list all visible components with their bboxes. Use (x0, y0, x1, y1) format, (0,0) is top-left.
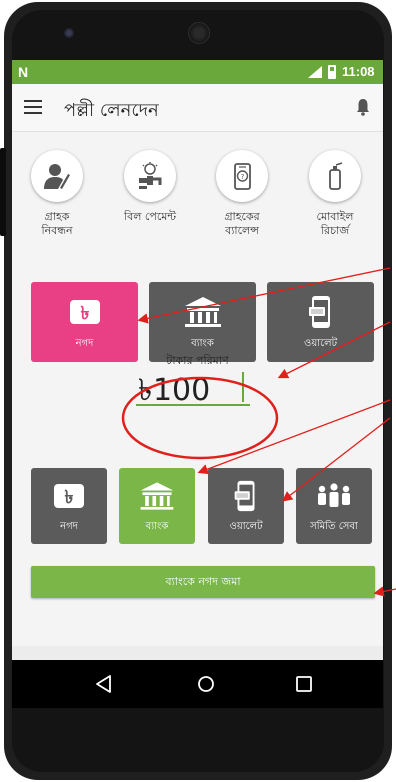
bank-icon (119, 478, 195, 514)
deposit-button[interactable]: ব্যাংকে নগদ জমা (31, 566, 375, 598)
svg-text:৳: ৳ (65, 487, 74, 508)
back-icon[interactable] (92, 672, 116, 696)
hamburger-icon[interactable] (24, 100, 42, 114)
mobile-recharge-icon (309, 150, 361, 202)
tile-label: ওয়ালেট (229, 521, 263, 532)
user-register-icon (31, 150, 83, 202)
app-title: পল্লী লেনদেন (64, 100, 159, 121)
phone-frame: N 11:08 পল্লী লেনদেন গ্রাহক নিবন্ধন বিল … (0, 0, 396, 782)
earpiece-speaker (188, 22, 210, 44)
app-bar: পল্লী লেনদেন (12, 84, 383, 132)
service-customer-balance[interactable]: ? গ্রাহকের ব্যালেন্স (202, 150, 282, 238)
dest-tile-cash[interactable]: ৳ নগদ (31, 468, 107, 544)
recents-icon[interactable] (292, 672, 316, 696)
group-icon (296, 478, 372, 514)
signal-icon (308, 66, 322, 78)
text-cursor (242, 372, 244, 402)
svg-text:?: ? (241, 173, 245, 181)
service-label: গ্রাহকের ব্যালেন্স (224, 210, 260, 237)
side-key (0, 148, 6, 236)
bottom-strip (12, 646, 383, 660)
android-nav-bar (12, 660, 383, 708)
front-camera-icon (64, 28, 74, 38)
battery-icon (328, 65, 336, 79)
tile-label: ব্যাংক (145, 521, 169, 532)
wallet-phone-icon (208, 478, 284, 514)
service-label: মোবাইল রিচার্জ (316, 210, 354, 237)
svg-text:৳: ৳ (80, 303, 89, 324)
amount-underline (136, 404, 250, 406)
tile-label: নগদ (75, 338, 94, 349)
taka-icon: ৳ (31, 294, 138, 330)
status-bar: N 11:08 (12, 60, 383, 84)
source-tile-bank[interactable]: ব্যাংক (149, 282, 256, 362)
status-time: 11:08 (342, 64, 375, 79)
notification-n-icon: N (18, 64, 29, 80)
wallet-phone-icon (267, 294, 374, 330)
tile-label: সমিতি সেবা (310, 521, 358, 532)
source-tile-wallet[interactable]: ওয়ালেট (267, 282, 374, 362)
service-label: বিল পেমেন্ট (123, 210, 177, 223)
dest-tile-wallet[interactable]: ওয়ালেট (208, 468, 284, 544)
service-mobile-recharge[interactable]: মোবাইল রিচার্জ (295, 150, 375, 238)
source-tile-cash[interactable]: ৳ নগদ (31, 282, 138, 362)
tile-label: ওয়ালেট (303, 338, 338, 349)
bell-icon[interactable] (356, 98, 370, 116)
services-row: গ্রাহক নিবন্ধন বিল পেমেন্ট ? গ্রাহকের ব্… (12, 150, 383, 260)
tile-label: নগদ (60, 521, 78, 532)
bill-payment-icon (124, 150, 176, 202)
service-bill-payment[interactable]: বিল পেমেন্ট (110, 150, 190, 224)
tile-label: ব্যাংক (191, 338, 214, 349)
bank-icon (149, 294, 256, 330)
dest-tile-samity[interactable]: সমিতি সেবা (296, 468, 372, 544)
screen: N 11:08 পল্লী লেনদেন গ্রাহক নিবন্ধন বিল … (12, 60, 383, 660)
balance-phone-icon: ? (216, 150, 268, 202)
service-label: গ্রাহক নিবন্ধন (41, 210, 73, 237)
home-icon[interactable] (194, 672, 218, 696)
taka-icon: ৳ (31, 478, 107, 514)
amount-input[interactable]: ৳100 (138, 366, 210, 417)
service-customer-registration[interactable]: গ্রাহক নিবন্ধন (17, 150, 97, 238)
dest-tile-bank[interactable]: ব্যাংক (119, 468, 195, 544)
